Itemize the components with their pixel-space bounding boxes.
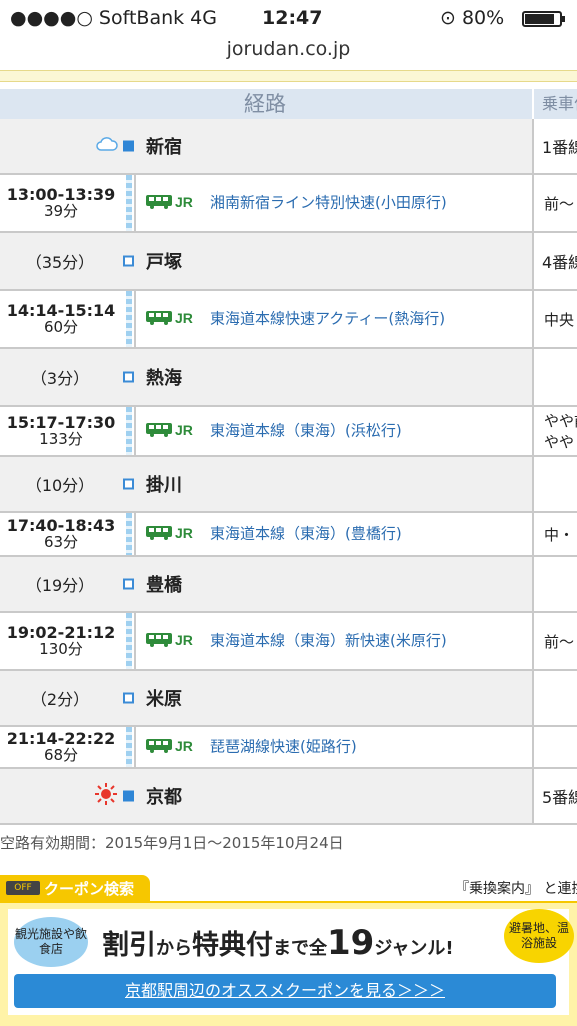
wait-time: （3分）	[30, 369, 90, 388]
platform: 5番線	[532, 769, 577, 823]
svg-text:JR: JR	[175, 310, 193, 326]
status-bar: ●●●●○ SoftBank 4G 12:47 ⊙ 80%	[0, 0, 577, 36]
route-line-bar	[126, 727, 132, 767]
station-row: 京都 5番線	[0, 769, 577, 825]
station-name[interactable]: 熱海	[146, 364, 182, 390]
station-name[interactable]: 戸塚	[146, 248, 182, 274]
platform	[532, 557, 577, 611]
boarding-position: 前～	[532, 613, 577, 669]
wait-time: （19分）	[25, 576, 95, 595]
battery-percent: ⊙ 80%	[440, 7, 505, 29]
sun-icon	[95, 783, 117, 809]
cloud-icon	[95, 136, 119, 156]
svg-text:JR: JR	[175, 632, 193, 648]
station-marker-icon	[123, 478, 134, 490]
train-time: 19:02-21:12 130分	[6, 623, 116, 658]
train-row: 17:40-18:43 63分 JR 東海道本線（東海）(豊橋行) 中・	[0, 513, 577, 557]
coupon-tab-label: クーポン検索	[44, 880, 135, 898]
wait-time: （35分）	[25, 253, 95, 272]
svg-text:JR: JR	[175, 194, 193, 210]
wait-time: （10分）	[25, 476, 95, 495]
divider	[0, 70, 577, 82]
platform	[532, 457, 577, 511]
coupon-note: 『乗換案内』 と連携	[455, 881, 577, 897]
boarding-position: 前～	[532, 175, 577, 231]
coupon-tab[interactable]: OFF クーポン検索	[0, 875, 150, 901]
rotation-lock-icon: ⊙	[440, 7, 456, 29]
train-time: 21:14-22:22 68分	[6, 729, 116, 764]
train-time: 13:00-13:39 39分	[6, 185, 116, 220]
route-line-bar	[126, 613, 132, 669]
station-marker-icon	[123, 255, 134, 267]
svg-text:JR: JR	[175, 525, 193, 541]
coupon-headline: 割引から特典付まで全19ジャンル!	[102, 923, 454, 963]
platform	[532, 349, 577, 405]
jr-train-icon: JR	[145, 523, 201, 545]
station-marker-icon	[123, 371, 134, 383]
jr-train-icon: JR	[145, 420, 201, 442]
train-line-link[interactable]: 湘南新宿ライン特別快速(小田原行)	[210, 193, 460, 214]
jr-train-icon: JR	[145, 192, 201, 214]
resort-bubble: 避暑地、温浴施設	[504, 909, 574, 963]
wait-time: （2分）	[30, 690, 90, 709]
svg-text:JR: JR	[175, 422, 193, 438]
station-marker-icon	[123, 692, 134, 704]
route-header: 経路	[244, 92, 286, 116]
boarding-position: やや前 やや	[532, 407, 577, 455]
train-time: 14:14-15:14 60分	[6, 301, 116, 336]
train-line-link[interactable]: 東海道本線（東海）(豊橋行)	[210, 524, 460, 545]
boarding-position-header: 乗車位	[532, 89, 577, 119]
jr-train-icon: JR	[145, 308, 201, 330]
platform	[532, 671, 577, 725]
route-line-bar	[126, 291, 132, 347]
station-marker-icon	[123, 790, 134, 802]
train-row: 21:14-22:22 68分 JR 琵琶湖線快速(姫路行)	[0, 727, 577, 769]
jr-train-icon: JR	[145, 736, 201, 758]
boarding-position	[532, 727, 577, 767]
station-row: （35分） 戸塚 4番線	[0, 233, 577, 291]
clock: 12:47	[262, 7, 323, 29]
station-name[interactable]: 京都	[146, 783, 182, 809]
coupon-off-icon: OFF	[6, 881, 40, 895]
route-line-bar	[126, 513, 132, 555]
station-row: （2分） 米原	[0, 671, 577, 727]
platform: 4番線	[532, 233, 577, 289]
station-row: （3分） 熱海	[0, 349, 577, 407]
station-row: （10分） 掛川	[0, 457, 577, 513]
address-bar[interactable]: jorudan.co.jp	[0, 38, 577, 60]
carrier-signal: ●●●●○ SoftBank 4G	[10, 7, 217, 29]
jr-train-icon: JR	[145, 630, 201, 652]
train-row: 14:14-15:14 60分 JR 東海道本線快速アクティー(熱海行) 中央	[0, 291, 577, 349]
station-name[interactable]: 新宿	[146, 133, 182, 159]
svg-text:JR: JR	[175, 738, 193, 754]
train-row: 13:00-13:39 39分 JR 湘南新宿ライン特別快速(小田原行) 前～	[0, 175, 577, 233]
train-row: 19:02-21:12 130分 JR 東海道本線（東海）新快速(米原行) 前～	[0, 613, 577, 671]
battery-icon	[522, 11, 565, 27]
station-name[interactable]: 掛川	[146, 471, 182, 497]
station-row: 新宿 1番線	[0, 119, 577, 175]
station-marker-icon	[123, 578, 134, 590]
train-time: 17:40-18:43 63分	[6, 516, 116, 551]
station-marker-icon	[123, 140, 134, 152]
station-row: （19分） 豊橋	[0, 557, 577, 613]
train-line-link[interactable]: 琵琶湖線快速(姫路行)	[210, 737, 460, 758]
boarding-position: 中・	[532, 513, 577, 555]
route-table-header: 経路 乗車位	[0, 89, 577, 119]
train-time: 15:17-17:30 133分	[6, 413, 116, 448]
route-line-bar	[126, 407, 132, 455]
train-line-link[interactable]: 東海道本線（東海）新快速(米原行)	[210, 631, 460, 652]
route-line-bar	[126, 175, 132, 231]
boarding-position: 中央	[532, 291, 577, 347]
train-line-link[interactable]: 東海道本線快速アクティー(熱海行)	[210, 309, 460, 330]
coupon-header: OFF クーポン検索 『乗換案内』 と連携	[0, 875, 577, 901]
coupon-banner[interactable]: 観光施設や飲食店 避暑地、温浴施設 割引から特典付まで全19ジャンル! 京都駅周…	[0, 901, 577, 1026]
sightseeing-bubble: 観光施設や飲食店	[14, 917, 88, 967]
station-name[interactable]: 米原	[146, 685, 182, 711]
train-row: 15:17-17:30133分 JR 東海道本線（東海）(浜松行) やや前 やや	[0, 407, 577, 457]
platform: 1番線	[532, 119, 577, 173]
validity-period: 空路有効期間：2015年9月1日～2015年10月24日	[0, 834, 344, 852]
train-line-link[interactable]: 東海道本線（東海）(浜松行)	[210, 421, 460, 442]
station-name[interactable]: 豊橋	[146, 571, 182, 597]
coupon-link-button[interactable]: 京都駅周辺のオススメクーポンを見る＞＞＞	[14, 974, 556, 1008]
